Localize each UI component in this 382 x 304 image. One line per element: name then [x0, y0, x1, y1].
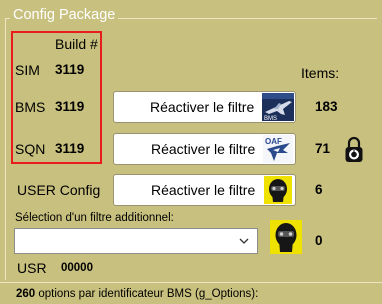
user-reactivate-filter-button[interactable]: Réactiver le filtre: [113, 174, 296, 206]
bms-label: BMS: [15, 99, 46, 115]
sqn-build-value: 3119: [55, 141, 85, 156]
sqn-reactivate-filter-button[interactable]: Réactiver le filtre OAF: [113, 133, 296, 165]
bms-build-value: 3119: [55, 99, 85, 114]
group-title: Config Package: [10, 7, 119, 23]
user-button-label: Réactiver le filtre: [151, 182, 256, 198]
usr-value: 00000: [61, 262, 93, 274]
options-summary: 260 options par identificateur BMS (g_Op…: [16, 288, 258, 300]
padlock-icon[interactable]: [344, 135, 364, 163]
bms-button-label: Réactiver le filtre: [150, 99, 255, 115]
pilot-helmet-icon: [264, 176, 292, 204]
chevron-down-icon[interactable]: [239, 236, 249, 246]
user-items-count: 6: [315, 182, 323, 197]
svg-text:OAF: OAF: [265, 137, 282, 146]
build-column-header: Build #: [55, 36, 98, 52]
bms-items-count: 183: [315, 99, 338, 114]
sqn-label: SQN: [15, 141, 46, 157]
divider: [0, 282, 382, 283]
options-count: 260: [16, 288, 36, 300]
bms-jet-icon: BMS: [262, 93, 294, 121]
sqn-eagle-icon: OAF: [263, 135, 293, 163]
usr-label: USR: [17, 260, 47, 276]
bms-reactivate-filter-button[interactable]: Réactiver le filtre BMS: [113, 91, 296, 123]
svg-text:BMS: BMS: [264, 116, 277, 121]
sqn-items-count: 71: [315, 141, 331, 156]
options-text: options par identificateur BMS (g_Option…: [38, 288, 259, 300]
additional-filter-label: Sélection d'un filtre additionnel:: [15, 212, 174, 224]
sim-label: SIM: [15, 62, 40, 78]
pilot-helmet-icon[interactable]: [270, 220, 302, 254]
items-column-header: Items:: [301, 65, 340, 81]
additional-items-count: 0: [315, 233, 323, 248]
user-config-label: USER Config: [17, 182, 101, 198]
sim-build-value: 3119: [55, 62, 85, 77]
additional-filter-select[interactable]: [14, 228, 258, 254]
sqn-button-label: Réactiver le filtre: [151, 141, 256, 157]
